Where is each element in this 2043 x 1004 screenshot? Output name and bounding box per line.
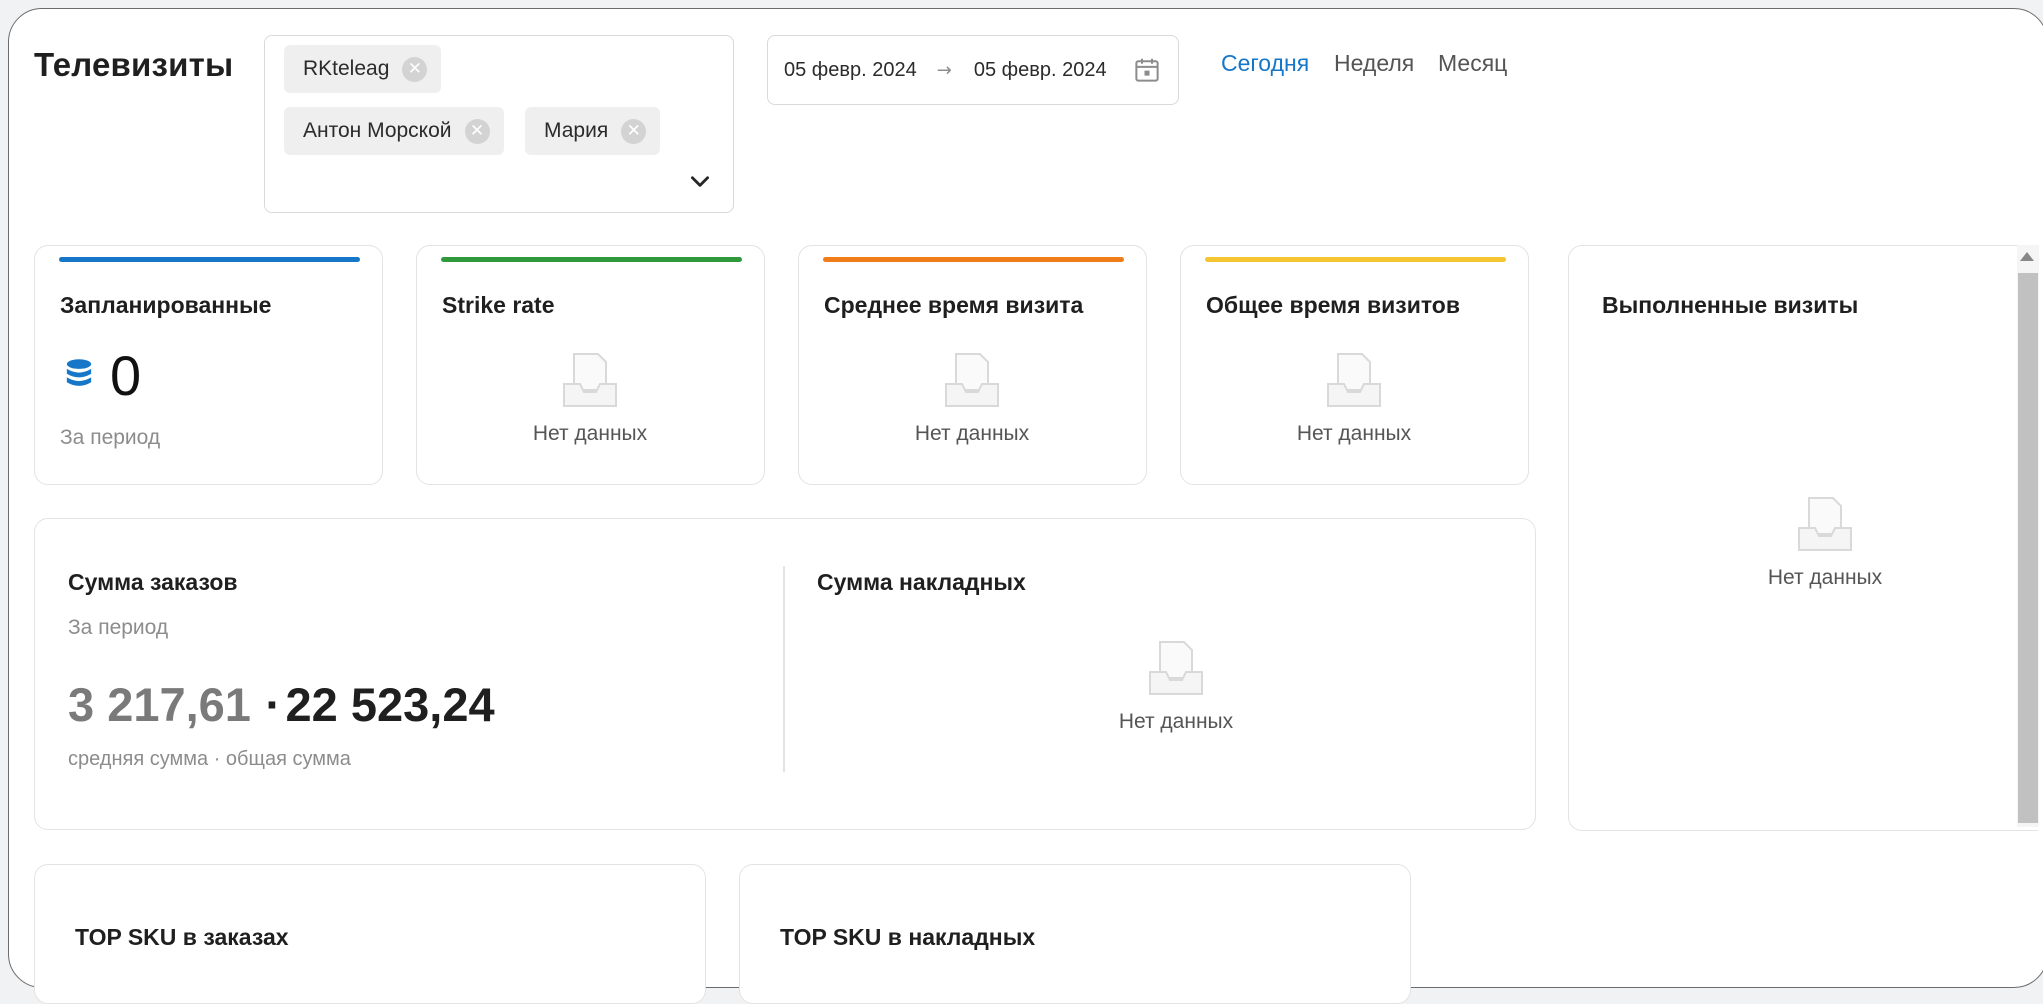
card-title: TOP SKU в накладных [780, 924, 1036, 950]
orders-caption: средняя сумма · общая сумма [68, 748, 351, 770]
orders-sub: За период [68, 616, 169, 639]
orders-title: Сумма заказов [68, 569, 238, 595]
page-title: Телевизиты [34, 46, 234, 83]
close-icon[interactable]: ✕ [464, 118, 490, 144]
accent-bar [1205, 257, 1506, 262]
scrollbar-thumb[interactable] [2018, 273, 2038, 823]
tag-label: Антон Морской [303, 119, 452, 142]
empty-inbox-icon [1149, 641, 1203, 695]
tag-anton: Антон Морской ✕ [284, 107, 504, 155]
scroll-up-arrow-icon[interactable] [2020, 252, 2034, 261]
period-week[interactable]: Неделя [1334, 50, 1414, 77]
empty-inbox-icon [1327, 353, 1381, 407]
empty-text: Нет данных [532, 422, 648, 445]
kpi-title: Запланированные [60, 292, 272, 318]
empty-state: Нет данных [1254, 350, 1454, 446]
kpi-sub: За период [60, 426, 161, 449]
accent-bar [441, 257, 742, 262]
tag-maria: Мария ✕ [525, 107, 661, 155]
accent-bar [823, 257, 1124, 262]
tag-rkteleag: RKteleag ✕ [284, 45, 442, 93]
empty-text: Нет данных [1767, 566, 1883, 589]
empty-text: Нет данных [1296, 422, 1412, 445]
empty-state: Нет данных [490, 350, 690, 446]
close-icon[interactable]: ✕ [402, 56, 428, 82]
empty-inbox-icon [1798, 497, 1852, 551]
divider [783, 566, 785, 772]
empty-inbox-icon [563, 353, 617, 407]
orders-total: 22 523,24 [285, 678, 495, 731]
invoices-title: Сумма накладных [817, 569, 1026, 595]
orders-avg: 3 217,61 [68, 678, 251, 731]
empty-state: Нет данных [1076, 638, 1276, 734]
date-end[interactable]: 05 февр. 2024 [974, 59, 1107, 82]
chevron-down-icon[interactable] [687, 168, 713, 194]
calendar-icon[interactable] [1132, 55, 1162, 85]
kpi-title: Среднее время визита [824, 292, 1084, 318]
kpi-title: Общее время визитов [1206, 292, 1460, 318]
card-title: Выполненные визиты [1602, 292, 1859, 318]
tag-label: Мария [544, 119, 609, 142]
date-start[interactable]: 05 февр. 2024 [784, 59, 917, 82]
tag-label: RKteleag [303, 57, 390, 80]
arrow-right-icon: → [936, 59, 952, 81]
orders-values: 3 217,61 · 22 523,24 [68, 681, 495, 728]
empty-text: Нет данных [914, 422, 1030, 445]
empty-state: Нет данных [872, 350, 1072, 446]
agents-multiselect[interactable]: RKteleag ✕ Антон Морской ✕ Мария ✕ [264, 35, 734, 213]
empty-text: Нет данных [1118, 710, 1234, 733]
orders-invoices-card [34, 518, 1536, 830]
period-today[interactable]: Сегодня [1221, 50, 1309, 77]
orders-dot: · [265, 678, 282, 731]
card-title: TOP SKU в заказах [75, 924, 289, 950]
kpi-value: 0 [110, 344, 142, 407]
accent-bar [59, 257, 360, 262]
period-month[interactable]: Месяц [1438, 50, 1507, 77]
kpi-title: Strike rate [442, 292, 555, 318]
date-range-picker[interactable]: 05 февр. 2024 → 05 февр. 2024 [767, 35, 1179, 105]
close-icon[interactable]: ✕ [621, 118, 647, 144]
database-icon [66, 359, 92, 386]
empty-inbox-icon [945, 353, 999, 407]
empty-state: Нет данных [1725, 494, 1925, 590]
